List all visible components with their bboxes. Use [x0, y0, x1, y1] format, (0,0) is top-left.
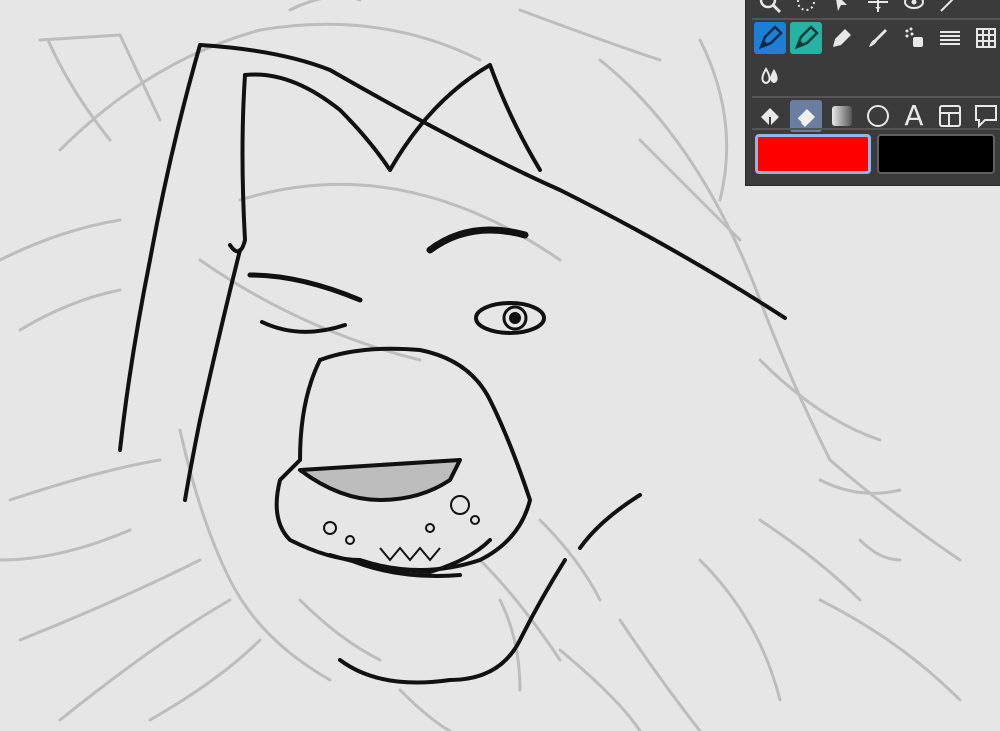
tool-row-blend: [754, 60, 786, 92]
ruler-icon[interactable]: [934, 0, 966, 18]
brush-icon[interactable]: [862, 22, 894, 54]
tool-row-draw: [754, 22, 1000, 54]
eyedropper-icon[interactable]: [898, 0, 930, 18]
palette-divider: [752, 18, 1000, 20]
tool-row-top: [754, 0, 966, 18]
main-color-swatch[interactable]: [755, 134, 871, 174]
pen-alt-icon[interactable]: [790, 22, 822, 54]
grid-icon[interactable]: [970, 22, 1000, 54]
sub-color-swatch[interactable]: [877, 134, 995, 174]
hatch-icon[interactable]: [934, 22, 966, 54]
move-icon[interactable]: [826, 0, 858, 18]
transform-icon[interactable]: [862, 0, 894, 18]
zoom-icon[interactable]: [754, 0, 786, 18]
blend-icon[interactable]: [754, 60, 786, 92]
airbrush-icon[interactable]: [898, 22, 930, 54]
palette-divider: [752, 128, 1000, 130]
lasso-select-icon[interactable]: [790, 0, 822, 18]
palette-divider: [752, 96, 1000, 98]
pen-icon[interactable]: [754, 22, 786, 54]
tool-palette: A: [745, 0, 1000, 186]
marker-icon[interactable]: [826, 22, 858, 54]
